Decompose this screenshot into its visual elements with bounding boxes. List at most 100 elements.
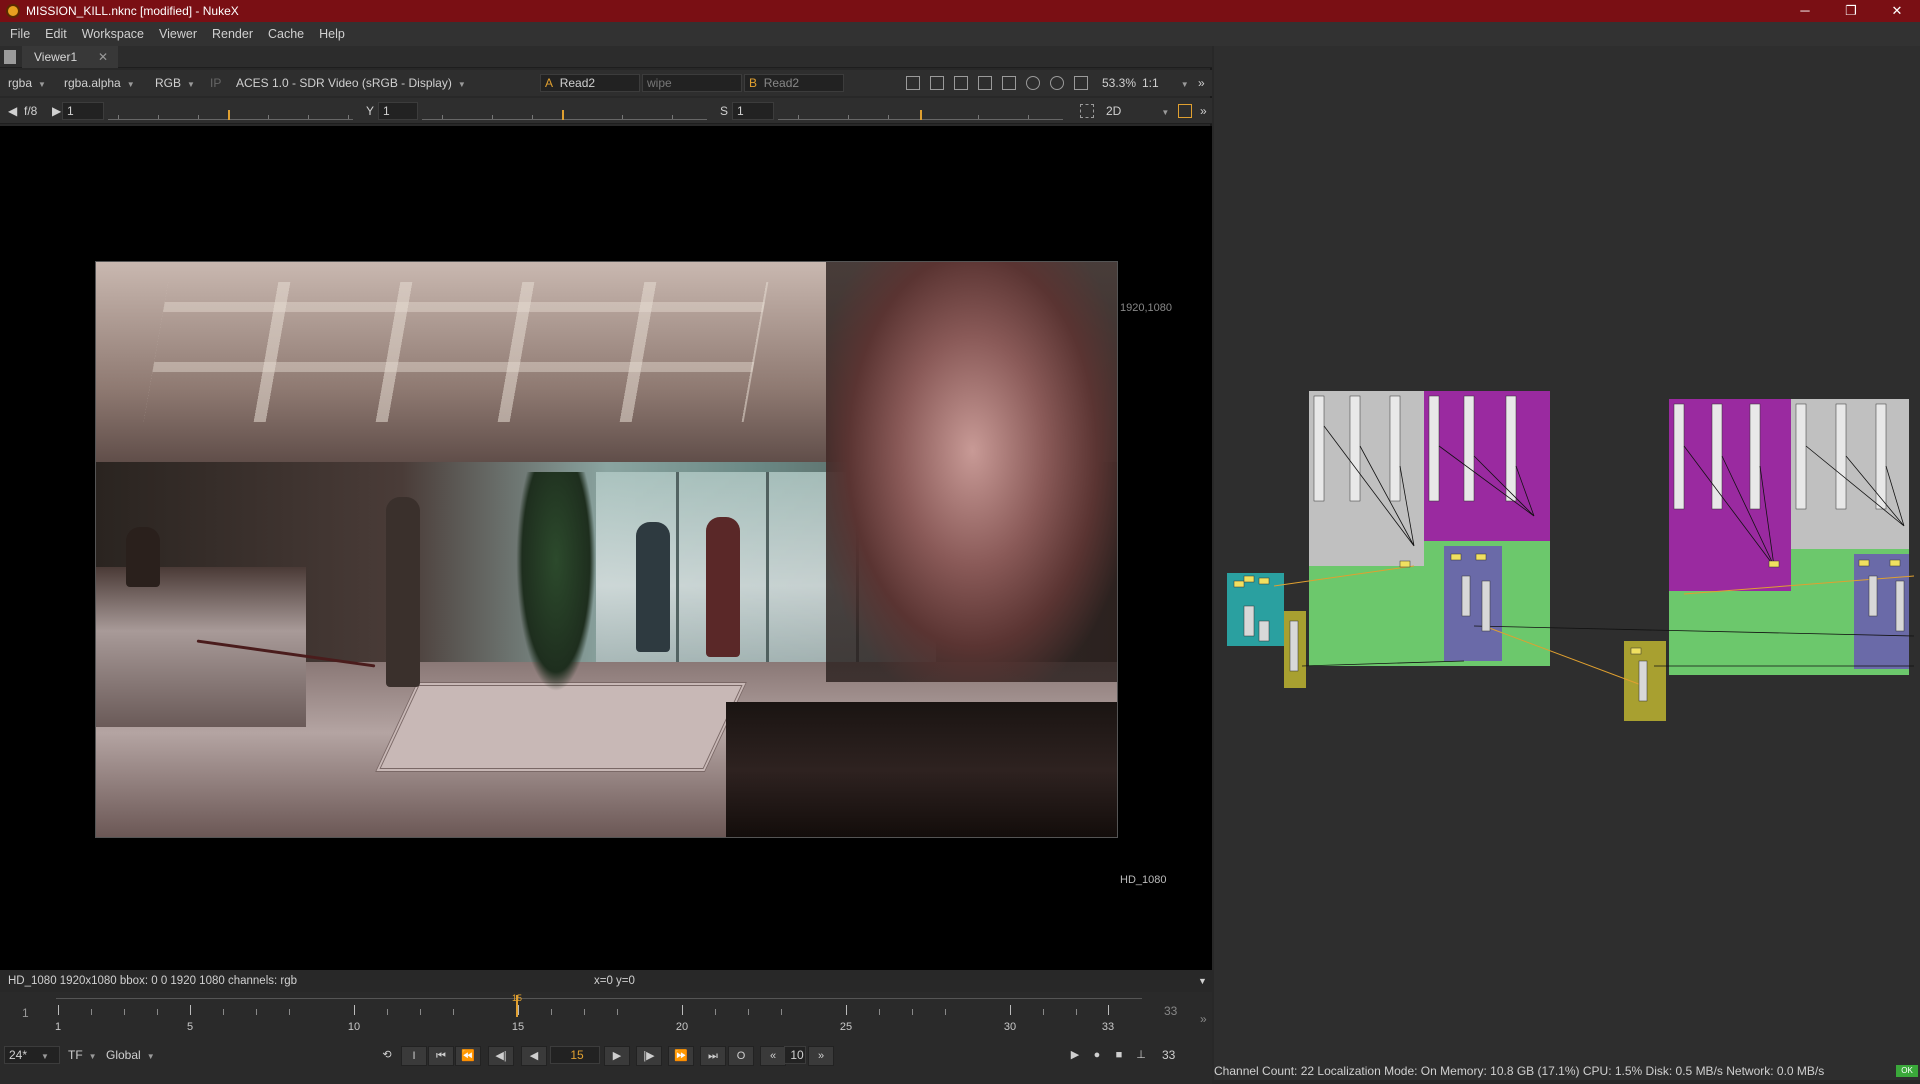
saturation-field[interactable]: 1 [732,102,774,120]
backdrop-blue-left[interactable] [1444,546,1502,661]
menu-edit[interactable]: Edit [45,27,67,41]
minimize-button[interactable]: ─ [1782,0,1828,22]
pause-icon[interactable] [1074,76,1088,90]
fps-dropdown[interactable]: 24* ▼ [4,1046,60,1064]
image-rug [375,682,747,772]
paint-icon[interactable] [1178,104,1192,118]
tab-viewer1[interactable]: Viewer1 ✕ [22,46,118,68]
timeline-expand-icon[interactable]: » [1200,1012,1207,1026]
timeline-tick [1076,1009,1077,1015]
cache-icon[interactable]: ⊥ [1128,1046,1154,1066]
node-graph-canvas[interactable] [1214,46,1920,1062]
backdrop-gray-right[interactable] [1791,399,1909,549]
fstop-next-icon[interactable]: ▶ [52,102,61,120]
display-channel-dropdown[interactable]: RGB ▼ [155,74,195,92]
refresh-icon[interactable] [1026,76,1040,90]
saturation-handle[interactable] [920,110,922,120]
slider-tick [268,115,269,119]
layer-dropdown[interactable]: rgba ▼ [8,74,46,92]
ratio-dropdown[interactable]: 1:1 ▼ [1142,74,1189,92]
safe-area-icon[interactable] [930,76,944,90]
viewer-pane: Viewer1 ✕ rgba ▼ rgba.alpha ▼ RGB ▼ IP ACES… [0,46,1212,1084]
input-a-dropdown[interactable]: A Read2 [540,74,640,92]
clipping-icon[interactable] [978,76,992,90]
next-keyframe-button[interactable]: ⏩ [668,1046,694,1066]
frame-field[interactable]: 15 [550,1046,600,1064]
gain-handle[interactable] [228,110,230,120]
timeline-major-tick [354,1005,355,1015]
saturation-slider[interactable] [778,106,1063,120]
info-dropdown-icon[interactable]: ▼ [1198,970,1207,992]
zoom-value[interactable]: 53.3% [1102,74,1136,92]
last-frame-button[interactable]: ⏭ [700,1046,726,1066]
menu-render[interactable]: Render [212,27,253,41]
tab-close-icon[interactable]: ✕ [98,46,108,68]
colorspace-dropdown[interactable]: ACES 1.0 - SDR Video (sRGB - Display) ▼ [236,74,466,92]
play-forward-button[interactable]: ▶ [604,1046,630,1066]
view-mode-dropdown[interactable]: 2D ▼ [1106,102,1169,120]
timeline-track[interactable]: 1 5 10 15 20 25 30 33 15 [55,993,1142,1033]
slider-tick [888,115,889,119]
first-frame-button[interactable]: ⏮ [428,1046,454,1066]
playhead-frame-label: 15 [511,993,523,1003]
timeline-tick [256,1009,257,1015]
scope-dropdown[interactable]: Global ▼ [106,1046,155,1064]
tf-dropdown[interactable]: TF ▼ [68,1046,97,1064]
menu-viewer[interactable]: Viewer [159,27,197,41]
fstop-prev-icon[interactable]: ◀ [8,102,17,120]
channel-dropdown[interactable]: rgba.alpha ▼ [64,74,135,92]
restore-button[interactable]: ❐ [1828,0,1874,22]
menu-bar: File Edit Workspace Viewer Render Cache … [0,22,1920,46]
menu-file[interactable]: File [10,27,30,41]
zebra-icon[interactable] [954,76,968,90]
lut-icon[interactable] [1002,76,1016,90]
transport-controls: 24* ▼ TF ▼ Global ▼ ⟲ I ⏮ ⏪ ◀| ◀ 15 ▶ |▶ ⏩ … [0,1042,1212,1068]
viewer-image [95,261,1118,838]
pane-menu-icon[interactable] [4,50,16,64]
step-field[interactable]: 10 [784,1046,806,1064]
loop-mode-icon[interactable]: ⟲ [374,1046,400,1066]
in-point-button[interactable]: I [401,1046,427,1066]
prev-frame-button[interactable]: ◀| [488,1046,514,1066]
skip-forward-button[interactable]: » [808,1046,834,1066]
gamma-handle[interactable] [562,110,564,120]
timeline-tick [387,1009,388,1015]
timeline-major-tick [518,1005,519,1015]
backdrop-purple-left[interactable] [1424,391,1550,541]
timeline-tick [617,1009,618,1015]
menu-cache[interactable]: Cache [268,27,304,41]
input-b-dropdown[interactable]: B Read2 [744,74,844,92]
menu-workspace[interactable]: Workspace [82,27,144,41]
fstop-value: f/8 [24,104,38,118]
expand-toolbar-icon[interactable]: » [1198,74,1205,92]
settings-icon[interactable] [1050,76,1064,90]
viewer-tab-bar: Viewer1 ✕ [0,46,1212,68]
timeline-tick [781,1009,782,1015]
gain-slider[interactable] [108,106,353,120]
next-frame-button[interactable]: |▶ [636,1046,662,1066]
roi-icon[interactable] [906,76,920,90]
wipe-dropdown[interactable]: wipe [642,74,742,92]
timeline-tick [1043,1009,1044,1015]
chevron-down-icon: ▼ [41,1052,49,1061]
menu-help[interactable]: Help [319,27,345,41]
slider-tick [848,115,849,119]
end-frame-field[interactable]: 33 [1162,1046,1175,1064]
skip-back-button[interactable]: « [760,1046,786,1066]
ip-toggle[interactable]: IP [210,74,221,92]
node-graph-pane[interactable] [1214,46,1920,1080]
expand-toolbar-icon[interactable]: » [1200,102,1207,120]
play-backward-button[interactable]: ◀ [521,1046,547,1066]
out-point-button[interactable]: O [728,1046,754,1066]
slider-tick [348,115,349,119]
roi-select-icon[interactable] [1080,104,1094,118]
gamma-slider[interactable] [422,106,707,120]
prev-keyframe-button[interactable]: ⏪ [455,1046,481,1066]
gain-field[interactable]: 1 [62,102,104,120]
backdrop-gray-left[interactable] [1309,391,1424,566]
timeline-tick [453,1009,454,1015]
format-info: HD_1080 1920x1080 bbox: 0 0 1920 1080 ch… [8,975,298,987]
viewer-canvas[interactable]: 1920,1080 HD_1080 [0,126,1212,970]
close-button[interactable]: ✕ [1874,0,1920,22]
gamma-field[interactable]: 1 [378,102,418,120]
